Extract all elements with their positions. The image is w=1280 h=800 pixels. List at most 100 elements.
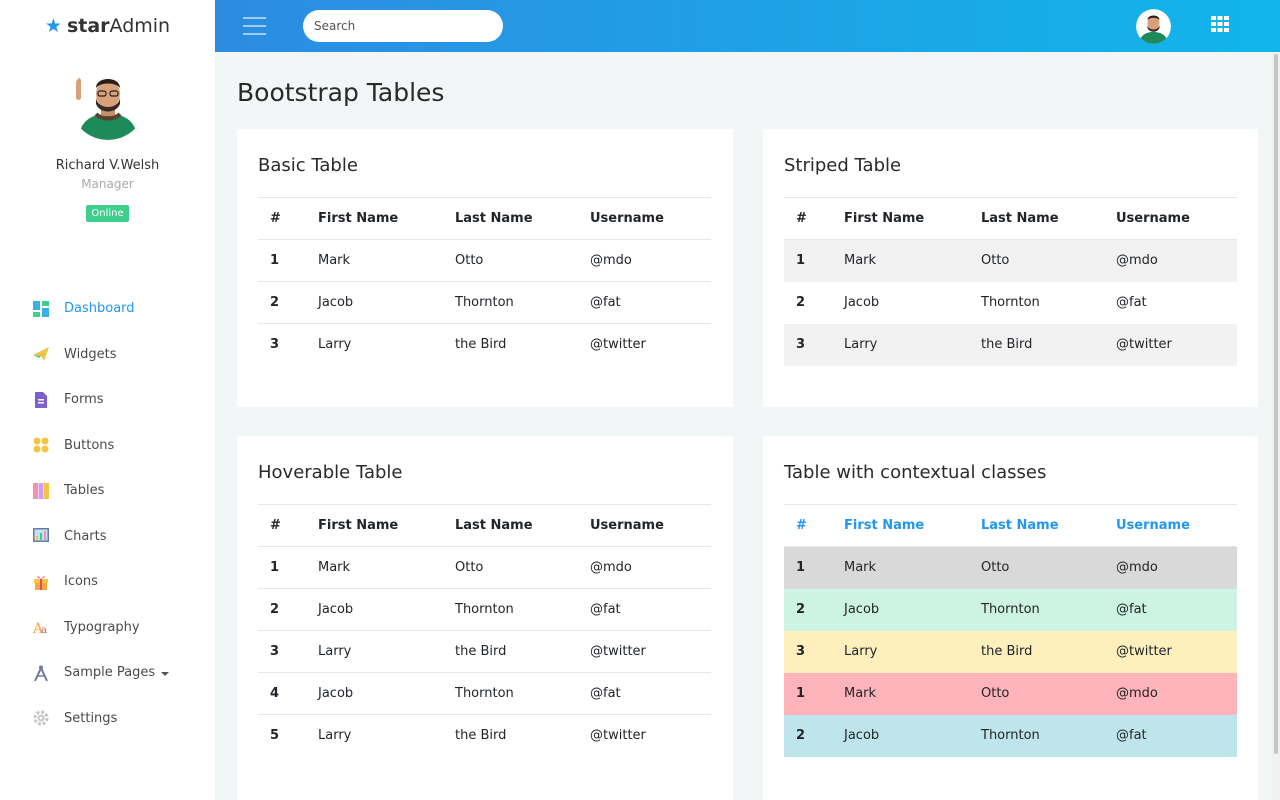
- table-cell: the Bird: [455, 337, 507, 353]
- table-row[interactable]: 4 Jacob Thornton @fat: [258, 672, 711, 715]
- sidebar-item-sample-pages[interactable]: Sample Pages: [0, 650, 215, 696]
- profile-section: Richard V.Welsh Manager Online: [0, 52, 215, 222]
- table-cell: Mark: [318, 546, 455, 589]
- table-cell: @mdo: [590, 239, 711, 282]
- table-cell: 1: [258, 546, 318, 589]
- chart-icon: [33, 528, 49, 543]
- striped-table: # First Name Last Name Username 1 Mark O…: [784, 197, 1237, 366]
- table-cell: the Bird: [455, 630, 590, 673]
- basic-table-card: Basic Table # First Name Last Name Usern…: [237, 129, 733, 407]
- table-cell: Thornton: [455, 281, 590, 324]
- sidebar-item-label: Buttons: [64, 437, 115, 453]
- table-cell: @fat: [590, 281, 711, 324]
- sidebar-item-buttons[interactable]: Buttons: [0, 423, 215, 469]
- sidebar-item-settings[interactable]: Settings: [0, 696, 215, 742]
- table-cell: Otto: [981, 546, 1116, 589]
- user-avatar[interactable]: [1136, 9, 1171, 44]
- striped-table-card: Striped Table # First Name Last Name Use…: [763, 129, 1258, 407]
- sidebar-item-widgets[interactable]: Widgets: [0, 332, 215, 378]
- column-header: First Name: [844, 197, 981, 240]
- table-cell: Jacob: [844, 295, 880, 310]
- scrollbar-thumb[interactable]: [1274, 54, 1278, 754]
- table-header-row: # First Name Last Name Username: [258, 197, 711, 240]
- menu-toggle-icon[interactable]: [243, 17, 266, 35]
- column-header: #: [784, 197, 844, 240]
- table-row: 1 Mark Otto @mdo: [784, 546, 1237, 589]
- sidebar-item-label: Charts: [64, 528, 107, 544]
- column-header: First Name: [844, 504, 981, 547]
- table-cell: 3: [784, 323, 844, 366]
- search-input[interactable]: [303, 10, 503, 42]
- table-cell: Larry: [318, 728, 352, 744]
- table-cell: Jacob: [318, 672, 455, 715]
- hoverable-table: # First Name Last Name Username 1 Mark O…: [258, 504, 711, 757]
- table-cell: @mdo: [1116, 546, 1237, 589]
- sidebar-item-label: Typography: [64, 619, 140, 635]
- compass-icon: [34, 665, 48, 681]
- sidebar-item-label: Dashboard: [64, 301, 135, 317]
- brand-logo[interactable]: ★ star Admin: [0, 0, 215, 52]
- table-cell: @fat: [1116, 295, 1147, 310]
- sidebar-item-label: Settings: [64, 710, 118, 726]
- sidebar-item-charts[interactable]: Charts: [0, 514, 215, 560]
- avatar[interactable]: [69, 64, 146, 140]
- table-cell: Jacob: [844, 714, 981, 757]
- table-row: 3 Larry the Bird @twitter: [258, 324, 711, 366]
- star-icon: ★: [44, 15, 62, 37]
- column-header: Last Name: [455, 197, 590, 240]
- gear-icon: [33, 710, 49, 726]
- card-title: Striped Table: [784, 155, 902, 176]
- table-cell: @twitter: [590, 630, 711, 673]
- table-cell: 2: [784, 588, 844, 631]
- sidebar-item-dashboard[interactable]: Dashboard: [0, 286, 215, 332]
- document-icon: [35, 391, 47, 408]
- table-row[interactable]: 3 Larry the Bird @twitter: [258, 630, 711, 673]
- table-row: 2 Jacob Thornton @fat: [784, 282, 1237, 324]
- table-cell: @twitter: [1116, 630, 1237, 673]
- table-cell: Otto: [981, 239, 1116, 282]
- table-cell: Mark: [844, 239, 981, 282]
- card-title: Basic Table: [258, 155, 358, 176]
- table-cell: 1: [784, 546, 844, 589]
- table-cell: 1: [258, 239, 318, 282]
- table-cell: @fat: [590, 588, 711, 631]
- table-row: 1 Mark Otto @mdo: [258, 239, 711, 282]
- column-header: Username: [590, 504, 711, 547]
- sidebar-item-tables[interactable]: Tables: [0, 468, 215, 514]
- sidebar-item-label: Icons: [64, 574, 98, 590]
- table-cell: the Bird: [981, 630, 1116, 673]
- sidebar-item-typography[interactable]: Aa Typography: [0, 605, 215, 651]
- table-row[interactable]: 5 Larry the Bird @twitter: [258, 715, 711, 757]
- apps-grid-icon[interactable]: [1211, 16, 1229, 32]
- sidebar-item-label: Sample Pages: [64, 665, 156, 681]
- brand-prefix: star: [66, 15, 110, 37]
- scrollbar[interactable]: [1272, 52, 1280, 800]
- basic-table: # First Name Last Name Username 1 Mark O…: [258, 197, 711, 366]
- profile-name: Richard V.Welsh: [55, 158, 160, 173]
- table-row[interactable]: 1 Mark Otto @mdo: [258, 546, 711, 589]
- table-cell: 2: [796, 295, 806, 310]
- gift-icon: [34, 576, 48, 590]
- table-cell: 3: [270, 337, 280, 353]
- table-cell: Otto: [455, 546, 590, 589]
- table-cell: Otto: [455, 239, 590, 282]
- sidebar-item-icons[interactable]: Icons: [0, 559, 215, 605]
- table-cell: Mark: [318, 239, 455, 282]
- table-cell: Thornton: [981, 588, 1116, 631]
- table-cell: the Bird: [981, 323, 1116, 366]
- table-cell: 5: [270, 728, 280, 744]
- column-header: #: [258, 504, 318, 547]
- contextual-table: # First Name Last Name Username 1 Mark O…: [784, 504, 1237, 757]
- table-row[interactable]: 2 Jacob Thornton @fat: [258, 588, 711, 631]
- column-header: Last Name: [455, 504, 590, 547]
- table-row: 1 Mark Otto @mdo: [784, 239, 1237, 282]
- sidebar-item-forms[interactable]: Forms: [0, 377, 215, 423]
- svg-text:a: a: [41, 625, 47, 635]
- column-header: First Name: [318, 504, 455, 547]
- table-cell: Thornton: [455, 588, 590, 631]
- table-cell: @mdo: [1116, 672, 1237, 715]
- card-title: Table with contextual classes: [784, 462, 1047, 483]
- table-cell: Thornton: [455, 672, 590, 715]
- table-cell: 3: [784, 630, 844, 673]
- columns-icon: [33, 482, 49, 499]
